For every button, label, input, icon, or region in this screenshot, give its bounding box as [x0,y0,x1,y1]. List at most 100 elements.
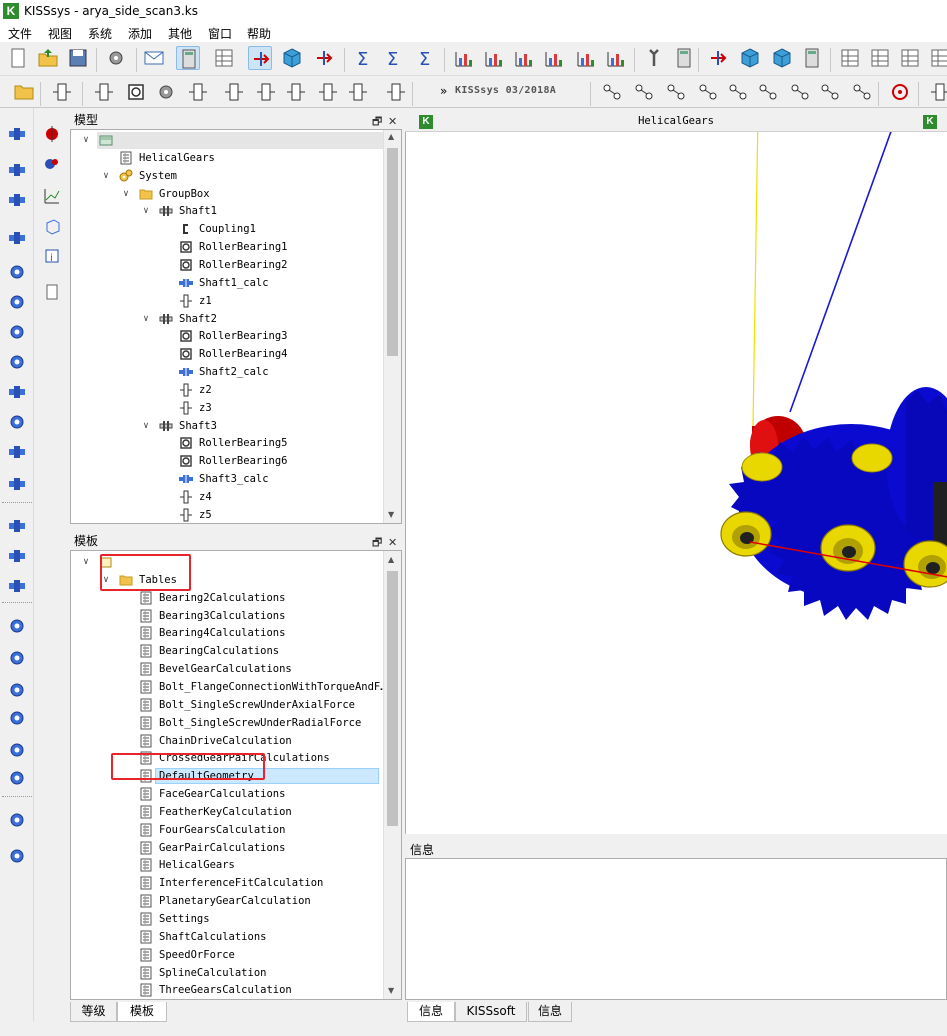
connection-2-button[interactable] [632,80,656,104]
tree-row[interactable]: RollerBearing2 [71,257,381,274]
menu-view[interactable]: 视图 [48,25,72,42]
tool-2-button[interactable] [672,46,696,70]
tree-row[interactable]: ∨ Shaft3 [71,418,381,435]
tree-row[interactable]: SplineCalculation [71,965,381,982]
add-gear-icon[interactable] [7,810,27,830]
plot-icon[interactable] [42,124,62,144]
tree-row[interactable]: SpeedOrForce [71,947,381,964]
tree-row[interactable]: ∨ System [71,168,381,185]
tree-row[interactable]: FourGearsCalculation [71,822,381,839]
menu-file[interactable]: 文件 [8,25,32,42]
gear-model-render[interactable] [406,111,947,834]
gear-z-button[interactable] [222,80,246,104]
3d-view-tab[interactable]: K HelicalGears K [405,112,947,132]
add-grid-icon[interactable] [7,474,27,494]
add-gear-icon[interactable] [7,768,27,788]
menu-system[interactable]: 系统 [88,25,112,42]
tree-row[interactable]: Bolt_FlangeConnectionWithTorqueAndF… [71,679,387,696]
target-button[interactable] [888,80,912,104]
tree-row[interactable]: ChainDriveCalculation [71,733,381,750]
tree-row[interactable]: Bearing4Calculations [71,625,381,642]
tree-row[interactable]: Shaft1_calc [71,275,381,292]
gear-z2-button[interactable] [254,80,278,104]
copy-icon[interactable] [42,282,62,302]
tree-row[interactable]: ∨ Shaft1 [71,203,381,220]
tree-row[interactable]: Bolt_SingleScrewUnderRadialForce [71,715,381,732]
tab-left_bottom_tabs-0[interactable]: 等级 [70,1002,117,1022]
tab-right_bottom_tabs-0[interactable]: 信息 [407,1002,455,1022]
add-element-icon[interactable] [7,516,27,536]
tree-row[interactable]: z4 [71,489,381,506]
open-file-button[interactable] [36,46,60,70]
scroll-down-icon[interactable]: ▼ [388,986,394,995]
grid-2-button[interactable] [868,46,892,70]
bearing-element-button[interactable] [124,80,148,104]
chart-2-button[interactable] [482,46,506,70]
add-gear-icon[interactable] [7,616,27,636]
menu-window[interactable]: 窗口 [208,25,232,42]
toolbar-overflow-icon[interactable]: » [440,84,447,98]
tree-row[interactable]: Shaft3_calc [71,471,381,488]
add-bearing-icon[interactable] [7,228,27,248]
add-gear-icon[interactable] [7,352,27,372]
chart-3-button[interactable] [512,46,536,70]
add-gear-icon[interactable] [7,740,27,760]
tree-row[interactable]: BearingCalculations [71,643,381,660]
3d-view[interactable] [405,111,947,834]
model-tree-scroll-thumb[interactable] [387,148,398,356]
tree-row[interactable]: ShaftCalculations [71,929,381,946]
tree-row[interactable]: Bearing3Calculations [71,608,381,625]
tree-row[interactable]: Settings [71,911,381,928]
cone-element-button[interactable] [186,80,210,104]
tool-1-button[interactable] [642,46,666,70]
grid-1-button[interactable] [838,46,862,70]
tree-row[interactable]: GearPairCalculations [71,840,381,857]
connection-5-button[interactable] [726,80,750,104]
transfer-button[interactable] [312,46,336,70]
add-element-icon[interactable] [7,546,27,566]
table-view-button[interactable] [212,46,236,70]
new-file-button[interactable] [6,46,30,70]
info-icon[interactable]: i [42,246,62,266]
add-element-icon[interactable] [7,382,27,402]
scroll-up-icon[interactable]: ▲ [388,555,394,564]
tree-row[interactable]: z3 [71,400,381,417]
tab-right_bottom_tabs-2[interactable]: 信息 [528,1002,572,1022]
connection-3-button[interactable] [664,80,688,104]
tree-row[interactable]: RollerBearing4 [71,346,381,363]
tree-row[interactable]: Shaft2_calc [71,364,381,381]
system-settings-button[interactable] [104,46,128,70]
model-tree-scrollbar[interactable]: ▲ ▼ [383,130,401,523]
add-gear-icon[interactable] [7,322,27,342]
expand-chevron-icon[interactable]: ∨ [141,418,151,435]
connection-9-button[interactable] [850,80,874,104]
tool-3-button[interactable] [706,46,730,70]
connection-7-button[interactable] [788,80,812,104]
connection-4-button[interactable] [696,80,720,104]
gear-element-button[interactable] [154,80,178,104]
template-tree-scroll-thumb[interactable] [387,571,398,826]
tree-row[interactable]: ∨ [71,132,387,149]
chart-5-button[interactable] [574,46,598,70]
tree-row[interactable]: Bolt_SingleScrewUnderAxialForce [71,697,381,714]
diagram-icon[interactable] [42,186,62,206]
tree-row[interactable]: z2 [71,382,381,399]
tool-6-button[interactable] [800,46,824,70]
tree-row[interactable]: RollerBearing6 [71,453,381,470]
tab-left_bottom_tabs-1[interactable]: 模板 [117,1002,167,1022]
expand-chevron-icon[interactable]: ∨ [101,168,111,185]
chart-4-button[interactable] [542,46,566,70]
tool-5-button[interactable] [770,46,794,70]
tree-row[interactable]: HelicalGears [71,857,381,874]
3d-icon[interactable] [42,216,62,236]
tree-row[interactable]: BevelGearCalculations [71,661,381,678]
tree-row[interactable]: RollerBearing3 [71,328,381,345]
tree-row[interactable]: ∨ GroupBox [71,186,381,203]
tab-right_bottom_tabs-1[interactable]: KISSsoft [455,1002,527,1022]
connection-8-button[interactable] [818,80,842,104]
load-button[interactable] [384,80,408,104]
tree-row[interactable]: FaceGearCalculations [71,786,381,803]
add-gear-icon[interactable] [7,648,27,668]
grid-3-button[interactable] [898,46,922,70]
connection-6-button[interactable] [756,80,780,104]
